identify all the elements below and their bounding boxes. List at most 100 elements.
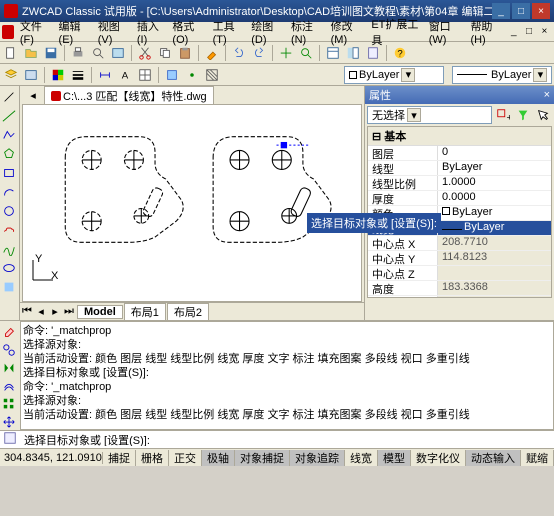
- publish-button[interactable]: [109, 44, 127, 62]
- doc-icon: [2, 25, 14, 39]
- lineweight-button[interactable]: [69, 66, 87, 84]
- ellipse-button[interactable]: [0, 259, 18, 277]
- arc-button[interactable]: [0, 183, 18, 201]
- tab-last-button[interactable]: ⏭: [62, 305, 76, 319]
- matchprop-button[interactable]: [203, 44, 221, 62]
- array-button[interactable]: [0, 395, 18, 412]
- model-tab[interactable]: Model: [77, 305, 123, 319]
- menu-help[interactable]: 帮助(H): [466, 16, 506, 48]
- document-tab[interactable]: C:\...3 匹配【线宽】特性.dwg: [44, 86, 214, 105]
- document-tabs: ◂ C:\...3 匹配【线宽】特性.dwg: [20, 86, 364, 104]
- table-button[interactable]: [136, 66, 154, 84]
- tab-prev2-button[interactable]: ◂: [34, 305, 48, 319]
- help-button[interactable]: ?: [391, 44, 409, 62]
- preview-button[interactable]: [89, 44, 107, 62]
- scale-button[interactable]: 赋缩: [521, 450, 554, 466]
- properties-button[interactable]: [324, 44, 342, 62]
- osnap-button[interactable]: 对象捕捉: [235, 450, 290, 466]
- command-line: [0, 430, 554, 448]
- snap-button[interactable]: 捕捉: [103, 450, 136, 466]
- polar-button[interactable]: 极轴: [202, 450, 235, 466]
- color-combo[interactable]: ByLayer▾: [344, 66, 444, 84]
- grid-button[interactable]: 栅格: [136, 450, 169, 466]
- undo-button[interactable]: [230, 44, 248, 62]
- block-button[interactable]: [163, 66, 181, 84]
- doc-tab-icon: [51, 91, 61, 101]
- close-button[interactable]: ×: [532, 3, 550, 19]
- group-basic[interactable]: ⊟ 基本: [368, 127, 551, 146]
- ortho-button[interactable]: 正交: [169, 450, 202, 466]
- print-button[interactable]: [69, 44, 87, 62]
- properties-grid[interactable]: ⊟ 基本 图层0 线型ByLayer 线型比例1.0000 厚度0.0000 颜…: [367, 126, 552, 298]
- svg-text:+: +: [507, 112, 511, 122]
- draw-toolbar: [0, 86, 20, 320]
- command-input[interactable]: [20, 434, 554, 446]
- xline-button[interactable]: [0, 107, 18, 125]
- redo-button[interactable]: [250, 44, 268, 62]
- erase-button[interactable]: [0, 323, 18, 340]
- polygon-button[interactable]: [0, 145, 18, 163]
- lwt-button[interactable]: 线宽: [345, 450, 378, 466]
- revcloud-button[interactable]: [0, 221, 18, 239]
- panel-close-icon[interactable]: ×: [544, 89, 550, 101]
- copy2-button[interactable]: [0, 341, 18, 358]
- doc-close-button[interactable]: ×: [537, 24, 552, 40]
- properties-header[interactable]: 属性 ×: [365, 86, 554, 104]
- tab-next-button[interactable]: ▸: [48, 305, 62, 319]
- mirror-button[interactable]: [0, 359, 18, 376]
- layers-button[interactable]: [2, 66, 20, 84]
- tab-prev-button[interactable]: ◂: [24, 86, 42, 104]
- move-button[interactable]: [0, 413, 18, 430]
- command-history[interactable]: 命令: '_matchprop 选择源对象: 当前活动设置: 颜色 图层 线型 …: [20, 321, 554, 430]
- layer-state-button[interactable]: [22, 66, 40, 84]
- modify-toolbar: [0, 321, 20, 430]
- svg-text:Y: Y: [35, 254, 43, 265]
- offset-button[interactable]: [0, 377, 18, 394]
- designcenter-button[interactable]: [344, 44, 362, 62]
- toolpalette-button[interactable]: [364, 44, 382, 62]
- statusbar: 304.8345, 121.0910, 0.0000 捕捉 栅格 正交 极轴 对…: [0, 448, 554, 466]
- pick-add-button[interactable]: +: [494, 106, 512, 124]
- properties-panel: 属性 × 无选择▾ + ⊟ 基本 图层0 线型ByLayer 线型比例1.000…: [364, 86, 554, 320]
- digi-button[interactable]: 数字化仪: [411, 450, 466, 466]
- line-button[interactable]: [0, 88, 18, 106]
- zoom-button[interactable]: [297, 44, 315, 62]
- pan-button[interactable]: [277, 44, 295, 62]
- cursor-tooltip: 选择目标对象或 [设置(S)]:: [307, 213, 441, 233]
- otrack-button[interactable]: 对象追踪: [290, 450, 345, 466]
- new-button[interactable]: [2, 44, 20, 62]
- svg-text:X: X: [51, 270, 59, 282]
- rect-button[interactable]: [0, 164, 18, 182]
- save-button[interactable]: [42, 44, 60, 62]
- cut-button[interactable]: [136, 44, 154, 62]
- drawing-canvas[interactable]: 选择目标对象或 [设置(S)]: YX: [22, 104, 362, 302]
- toolbar-layer: A ByLayer▾ ByLayer▾: [0, 64, 554, 86]
- insert-button[interactable]: [0, 278, 18, 296]
- selection-combo[interactable]: 无选择▾: [367, 106, 492, 124]
- dyn-button[interactable]: 动态输入: [466, 450, 521, 466]
- svg-text:?: ?: [397, 48, 402, 59]
- maximize-button[interactable]: □: [512, 3, 530, 19]
- spline-button[interactable]: [0, 240, 18, 258]
- hatch-button[interactable]: [203, 66, 221, 84]
- point-button[interactable]: [183, 66, 201, 84]
- command-area: 命令: '_matchprop 选择源对象: 当前活动设置: 颜色 图层 线型 …: [0, 320, 554, 430]
- open-button[interactable]: [22, 44, 40, 62]
- tab-first-button[interactable]: ⏮: [20, 305, 34, 319]
- model-button[interactable]: 模型: [378, 450, 411, 466]
- copy-button[interactable]: [156, 44, 174, 62]
- ucs-icon: YX: [29, 254, 59, 287]
- pline-button[interactable]: [0, 126, 18, 144]
- select-objects-button[interactable]: [534, 106, 552, 124]
- quick-select-button[interactable]: [514, 106, 532, 124]
- circle-button[interactable]: [0, 202, 18, 220]
- dim-button[interactable]: [96, 66, 114, 84]
- linetype-combo[interactable]: ByLayer▾: [452, 66, 552, 84]
- menu-window[interactable]: 窗口(W): [425, 16, 467, 48]
- coords-display[interactable]: 304.8345, 121.0910, 0.0000: [0, 452, 103, 464]
- text-button[interactable]: A: [116, 66, 134, 84]
- paste-button[interactable]: [176, 44, 194, 62]
- color-button[interactable]: [49, 66, 67, 84]
- doc-min-button[interactable]: _: [506, 24, 521, 40]
- doc-max-button[interactable]: □: [521, 24, 536, 40]
